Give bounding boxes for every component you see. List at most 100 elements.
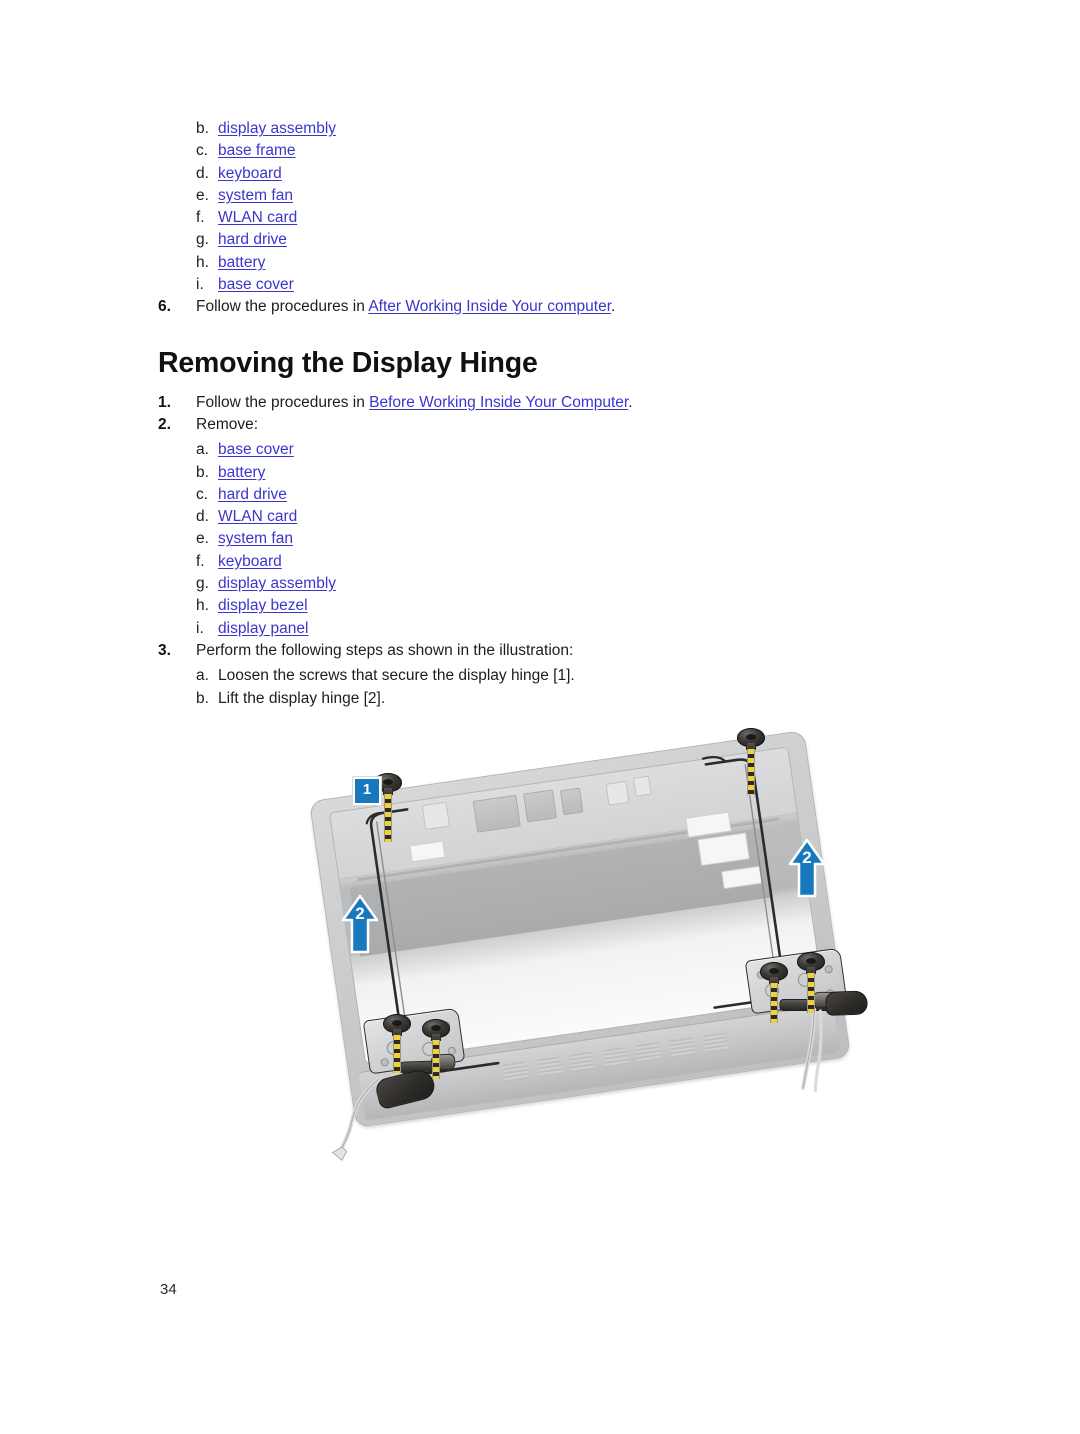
screw-slot bbox=[392, 1020, 402, 1026]
step-text-before: Follow the procedures in bbox=[196, 393, 370, 411]
list-marker: f. bbox=[196, 552, 205, 570]
step-text: Follow the procedures in After Working I… bbox=[196, 296, 958, 318]
link-hard-drive[interactable]: hard drive bbox=[218, 231, 287, 248]
hinge-foot bbox=[825, 990, 868, 1016]
link-keyboard[interactable]: keyboard bbox=[218, 553, 282, 570]
mic-block-icon bbox=[523, 789, 557, 823]
link-before-working-inside[interactable]: Before Working Inside Your Computer bbox=[369, 394, 628, 411]
list-text: Loosen the screws that secure the displa… bbox=[218, 667, 575, 685]
screw-slot bbox=[769, 968, 779, 974]
list-text: system fan bbox=[218, 528, 958, 550]
up-arrow-icon bbox=[788, 838, 826, 898]
vent-icon bbox=[702, 1032, 729, 1054]
screw-slot bbox=[431, 1025, 441, 1031]
link-system-fan[interactable]: system fan bbox=[218, 530, 293, 547]
list-marker: a. bbox=[196, 667, 209, 685]
list-marker: h. bbox=[196, 253, 209, 271]
screw-shank bbox=[747, 749, 755, 795]
link-display-bezel[interactable]: display bezel bbox=[218, 597, 308, 614]
list-item: d. keyboard bbox=[158, 163, 958, 185]
link-keyboard[interactable]: keyboard bbox=[218, 165, 282, 182]
list-item: c. base frame bbox=[158, 140, 958, 162]
list-item: c. hard drive bbox=[158, 484, 958, 506]
screw-shank bbox=[807, 973, 815, 1013]
step-marker: 6. bbox=[158, 298, 171, 316]
list-text: display bezel bbox=[218, 595, 958, 617]
step-3: 3. Perform the following steps as shown … bbox=[158, 640, 958, 662]
list-marker: b. bbox=[196, 120, 209, 137]
link-battery[interactable]: battery bbox=[218, 464, 265, 481]
screw-slot bbox=[746, 734, 756, 740]
list-text: display panel bbox=[218, 618, 958, 640]
vent-icon bbox=[602, 1046, 629, 1068]
camera-block-icon bbox=[472, 794, 521, 833]
step-6: 6. Follow the procedures in After Workin… bbox=[158, 296, 958, 318]
list-marker: g. bbox=[196, 575, 209, 593]
list-marker: i. bbox=[196, 276, 204, 294]
list-text: base cover bbox=[218, 274, 958, 296]
link-display-panel[interactable]: display panel bbox=[218, 620, 308, 637]
step-3-sub-list: a. Loosen the screws that secure the dis… bbox=[158, 665, 958, 710]
list-item: f. WLAN card bbox=[158, 207, 958, 229]
step-text-after: . bbox=[611, 298, 616, 316]
list-text: hard drive bbox=[218, 484, 958, 506]
list-item: i. base cover bbox=[158, 274, 958, 296]
list-text: base cover bbox=[218, 439, 958, 461]
link-after-working-inside[interactable]: After Working Inside Your computer bbox=[368, 298, 611, 315]
list-marker: e. bbox=[196, 530, 209, 548]
list-item: g. hard drive bbox=[158, 229, 958, 251]
vent-icon bbox=[502, 1061, 529, 1083]
link-base-frame[interactable]: base frame bbox=[218, 142, 296, 159]
step-marker: 2. bbox=[158, 415, 171, 433]
screw-slot bbox=[806, 958, 816, 964]
link-system-fan[interactable]: system fan bbox=[218, 187, 293, 204]
callout-2-left: 2 bbox=[340, 894, 380, 956]
clip-icon bbox=[605, 781, 630, 806]
list-text: battery bbox=[218, 252, 958, 274]
page-content: b. display assembly c. base frame d. key… bbox=[158, 118, 958, 710]
step-2: 2. Remove: bbox=[158, 414, 958, 436]
step-text: Follow the procedures in Before Working … bbox=[196, 392, 958, 414]
document-page: b. display assembly c. base frame d. key… bbox=[0, 0, 1080, 1434]
link-wlan-card[interactable]: WLAN card bbox=[218, 209, 297, 226]
link-base-cover[interactable]: base cover bbox=[218, 441, 294, 458]
list-text: battery bbox=[218, 462, 958, 484]
list-item: f. keyboard bbox=[158, 551, 958, 573]
screw-shank bbox=[393, 1035, 401, 1073]
step-2-sub-list: a. base cover b. battery c. hard drive d… bbox=[158, 439, 958, 640]
screw-shank bbox=[432, 1040, 440, 1079]
step-text: Remove: bbox=[196, 415, 259, 433]
list-marker: b. bbox=[196, 463, 209, 481]
step-1: 1. Follow the procedures in Before Worki… bbox=[158, 392, 958, 414]
list-item: i. display panel bbox=[158, 618, 958, 640]
callout-2-right: 2 bbox=[787, 838, 827, 900]
vent-icon bbox=[635, 1041, 662, 1064]
list-text: keyboard bbox=[218, 551, 958, 573]
list-item: h. display bezel bbox=[158, 595, 958, 617]
link-wlan-card[interactable]: WLAN card bbox=[218, 508, 297, 525]
step-marker: 1. bbox=[158, 393, 171, 411]
list-marker: d. bbox=[196, 164, 209, 182]
list-text: base frame bbox=[218, 140, 958, 162]
list-marker: i. bbox=[196, 619, 204, 637]
list-item: g. display assembly bbox=[158, 573, 958, 595]
link-battery[interactable]: battery bbox=[218, 254, 265, 271]
up-arrow-icon bbox=[341, 894, 379, 954]
link-display-assembly[interactable]: display assembly bbox=[218, 575, 336, 592]
list-item: b. display assembly bbox=[158, 118, 958, 140]
illustration-stage: 1 2 2 bbox=[300, 726, 868, 1161]
list-marker: f. bbox=[196, 209, 205, 227]
list-item: e. system fan bbox=[158, 528, 958, 550]
list-text: Lift the display hinge [2]. bbox=[218, 689, 386, 707]
callout-1: 1 bbox=[353, 777, 381, 805]
list-marker: d. bbox=[196, 508, 209, 526]
link-base-cover[interactable]: base cover bbox=[218, 276, 294, 293]
step-text-after: . bbox=[628, 393, 633, 411]
list-marker: c. bbox=[196, 485, 209, 503]
list-marker: h. bbox=[196, 597, 209, 615]
step-text: Perform the following steps as shown in … bbox=[196, 641, 574, 659]
list-item: b. Lift the display hinge [2]. bbox=[158, 688, 958, 710]
list-text: display assembly bbox=[218, 118, 958, 140]
link-hard-drive[interactable]: hard drive bbox=[218, 486, 287, 503]
link-display-assembly[interactable]: display assembly bbox=[218, 120, 336, 137]
